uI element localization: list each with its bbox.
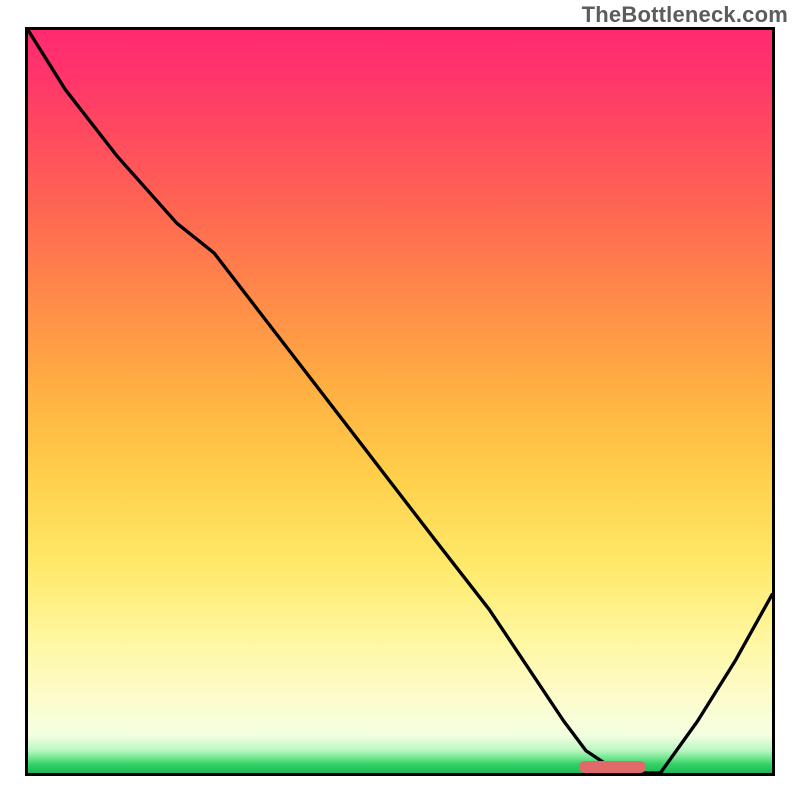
watermark-text: TheBottleneck.com <box>582 2 788 28</box>
curve-path <box>28 30 772 773</box>
accent-marker <box>579 761 646 773</box>
plot-area <box>25 27 775 776</box>
line-chart <box>28 30 772 773</box>
